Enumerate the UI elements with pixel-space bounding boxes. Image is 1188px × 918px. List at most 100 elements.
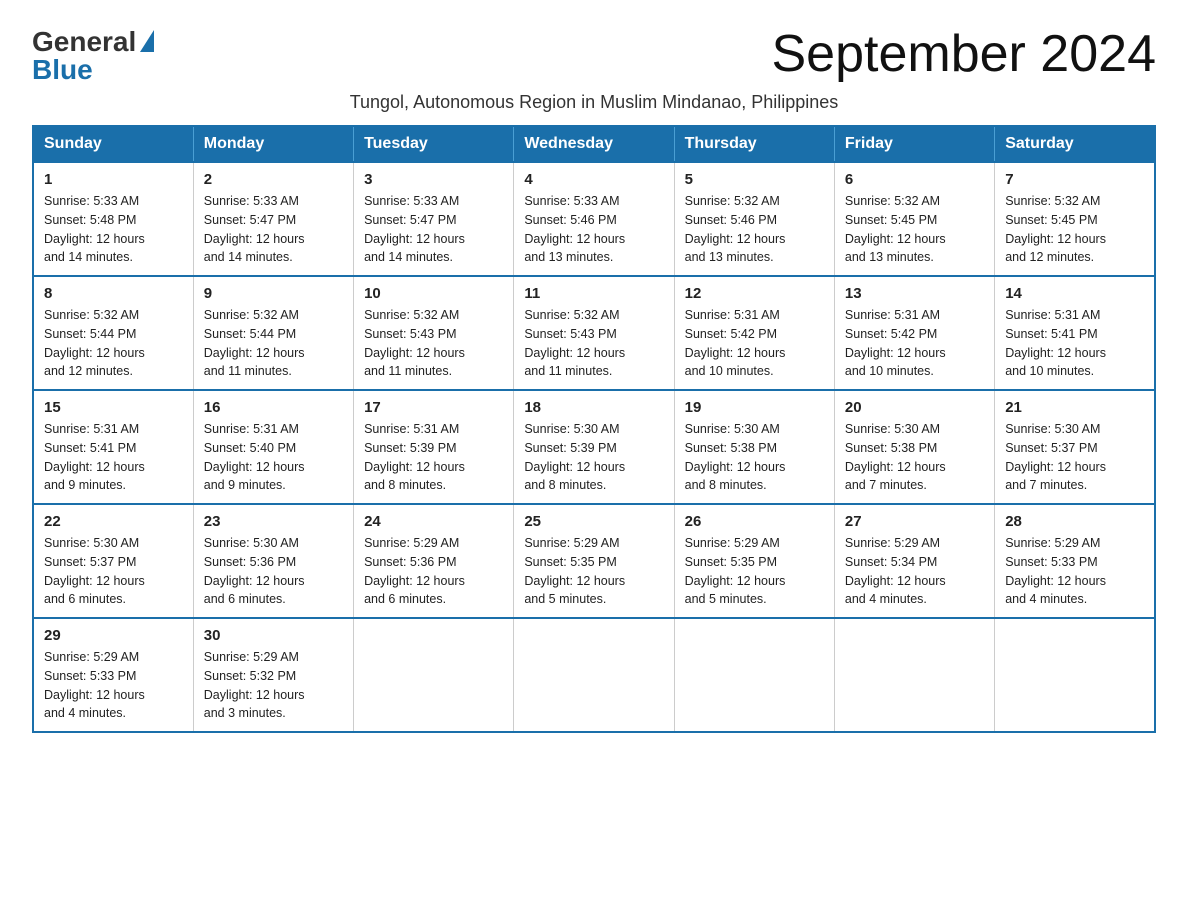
day-info: Sunrise: 5:30 AMSunset: 5:37 PMDaylight:… [1005,420,1144,495]
day-info: Sunrise: 5:33 AMSunset: 5:47 PMDaylight:… [364,192,503,267]
day-number: 1 [44,171,183,188]
calendar-cell: 9 Sunrise: 5:32 AMSunset: 5:44 PMDaylight… [193,276,353,390]
logo-general-text: General [32,28,136,56]
day-info: Sunrise: 5:32 AMSunset: 5:43 PMDaylight:… [364,306,503,381]
calendar-cell: 12 Sunrise: 5:31 AMSunset: 5:42 PMDayligh… [674,276,834,390]
page-title: September 2024 [772,24,1157,84]
day-info: Sunrise: 5:29 AMSunset: 5:33 PMDaylight:… [44,648,183,723]
page-header: General Blue September 2024 [32,24,1156,84]
calendar-cell [674,618,834,732]
day-info: Sunrise: 5:32 AMSunset: 5:43 PMDaylight:… [524,306,663,381]
day-number: 16 [204,399,343,416]
calendar-cell [514,618,674,732]
day-info: Sunrise: 5:30 AMSunset: 5:37 PMDaylight:… [44,534,183,609]
calendar-cell: 18Sunrise: 5:30 AMSunset: 5:39 PMDayligh… [514,390,674,504]
day-info: Sunrise: 5:29 AMSunset: 5:36 PMDaylight:… [364,534,503,609]
day-number: 27 [845,513,984,530]
calendar-subtitle: Tungol, Autonomous Region in Muslim Mind… [32,92,1156,113]
day-info: Sunrise: 5:33 AMSunset: 5:46 PMDaylight:… [524,192,663,267]
day-number: 24 [364,513,503,530]
day-info: Sunrise: 5:32 AMSunset: 5:44 PMDaylight:… [44,306,183,381]
day-number: 6 [845,171,984,188]
day-info: Sunrise: 5:30 AMSunset: 5:36 PMDaylight:… [204,534,343,609]
calendar-cell: 15 Sunrise: 5:31 AMSunset: 5:41 PMDayligh… [33,390,193,504]
day-number: 14 [1005,285,1144,302]
calendar-cell [995,618,1155,732]
day-number: 28 [1005,513,1144,530]
calendar-cell: 16 Sunrise: 5:31 AMSunset: 5:40 PMDayligh… [193,390,353,504]
calendar-table: SundayMondayTuesdayWednesdayThursdayFrid… [32,125,1156,733]
calendar-cell: 14 Sunrise: 5:31 AMSunset: 5:41 PMDayligh… [995,276,1155,390]
day-info: Sunrise: 5:29 AMSunset: 5:32 PMDaylight:… [204,648,343,723]
day-info: Sunrise: 5:32 AMSunset: 5:44 PMDaylight:… [204,306,343,381]
calendar-cell: 28Sunrise: 5:29 AMSunset: 5:33 PMDayligh… [995,504,1155,618]
calendar-week-row: 8Sunrise: 5:32 AMSunset: 5:44 PMDaylight… [33,276,1155,390]
day-info: Sunrise: 5:31 AMSunset: 5:42 PMDaylight:… [685,306,824,381]
day-number: 23 [204,513,343,530]
day-number: 12 [685,285,824,302]
calendar-cell [834,618,994,732]
day-number: 2 [204,171,343,188]
calendar-day-header-wednesday: Wednesday [514,126,674,162]
day-info: Sunrise: 5:31 AMSunset: 5:41 PMDaylight:… [1005,306,1144,381]
calendar-week-row: 29 Sunrise: 5:29 AMSunset: 5:33 PMDayligh… [33,618,1155,732]
calendar-cell: 19 Sunrise: 5:30 AMSunset: 5:38 PMDayligh… [674,390,834,504]
calendar-cell: 30 Sunrise: 5:29 AMSunset: 5:32 PMDayligh… [193,618,353,732]
calendar-cell: 21Sunrise: 5:30 AMSunset: 5:37 PMDayligh… [995,390,1155,504]
logo-blue-text: Blue [32,56,93,84]
day-info: Sunrise: 5:31 AMSunset: 5:42 PMDaylight:… [845,306,984,381]
day-number: 7 [1005,171,1144,188]
day-number: 22 [44,513,183,530]
calendar-cell: 6Sunrise: 5:32 AMSunset: 5:45 PMDaylight… [834,162,994,276]
day-number: 29 [44,627,183,644]
calendar-cell: 17Sunrise: 5:31 AMSunset: 5:39 PMDayligh… [354,390,514,504]
calendar-cell: 20Sunrise: 5:30 AMSunset: 5:38 PMDayligh… [834,390,994,504]
day-number: 13 [845,285,984,302]
calendar-cell: 26Sunrise: 5:29 AMSunset: 5:35 PMDayligh… [674,504,834,618]
day-info: Sunrise: 5:32 AMSunset: 5:45 PMDaylight:… [1005,192,1144,267]
day-info: Sunrise: 5:33 AMSunset: 5:48 PMDaylight:… [44,192,183,267]
calendar-cell: 3 Sunrise: 5:33 AMSunset: 5:47 PMDaylight… [354,162,514,276]
calendar-day-header-friday: Friday [834,126,994,162]
day-info: Sunrise: 5:29 AMSunset: 5:35 PMDaylight:… [685,534,824,609]
day-number: 25 [524,513,663,530]
calendar-cell: 2Sunrise: 5:33 AMSunset: 5:47 PMDaylight… [193,162,353,276]
calendar-header-row: SundayMondayTuesdayWednesdayThursdayFrid… [33,126,1155,162]
calendar-cell: 8Sunrise: 5:32 AMSunset: 5:44 PMDaylight… [33,276,193,390]
day-number: 10 [364,285,503,302]
calendar-cell: 29 Sunrise: 5:29 AMSunset: 5:33 PMDayligh… [33,618,193,732]
calendar-week-row: 15 Sunrise: 5:31 AMSunset: 5:41 PMDayligh… [33,390,1155,504]
day-info: Sunrise: 5:29 AMSunset: 5:34 PMDaylight:… [845,534,984,609]
calendar-cell: 10 Sunrise: 5:32 AMSunset: 5:43 PMDayligh… [354,276,514,390]
calendar-cell: 13 Sunrise: 5:31 AMSunset: 5:42 PMDayligh… [834,276,994,390]
day-number: 5 [685,171,824,188]
calendar-cell: 27 Sunrise: 5:29 AMSunset: 5:34 PMDayligh… [834,504,994,618]
day-number: 18 [524,399,663,416]
day-number: 4 [524,171,663,188]
day-info: Sunrise: 5:30 AMSunset: 5:38 PMDaylight:… [845,420,984,495]
calendar-cell: 1 Sunrise: 5:33 AMSunset: 5:48 PMDaylight… [33,162,193,276]
day-number: 9 [204,285,343,302]
day-info: Sunrise: 5:31 AMSunset: 5:40 PMDaylight:… [204,420,343,495]
day-number: 30 [204,627,343,644]
day-info: Sunrise: 5:29 AMSunset: 5:35 PMDaylight:… [524,534,663,609]
calendar-cell: 4 Sunrise: 5:33 AMSunset: 5:46 PMDaylight… [514,162,674,276]
day-number: 15 [44,399,183,416]
day-info: Sunrise: 5:31 AMSunset: 5:41 PMDaylight:… [44,420,183,495]
day-number: 19 [685,399,824,416]
day-number: 3 [364,171,503,188]
calendar-cell: 24 Sunrise: 5:29 AMSunset: 5:36 PMDayligh… [354,504,514,618]
day-info: Sunrise: 5:31 AMSunset: 5:39 PMDaylight:… [364,420,503,495]
day-info: Sunrise: 5:30 AMSunset: 5:38 PMDaylight:… [685,420,824,495]
logo: General Blue [32,28,154,84]
calendar-day-header-monday: Monday [193,126,353,162]
day-number: 11 [524,285,663,302]
day-info: Sunrise: 5:32 AMSunset: 5:46 PMDaylight:… [685,192,824,267]
calendar-cell: 5 Sunrise: 5:32 AMSunset: 5:46 PMDaylight… [674,162,834,276]
calendar-day-header-tuesday: Tuesday [354,126,514,162]
calendar-cell: 25 Sunrise: 5:29 AMSunset: 5:35 PMDayligh… [514,504,674,618]
logo-general: General [32,28,154,56]
calendar-cell: 11 Sunrise: 5:32 AMSunset: 5:43 PMDayligh… [514,276,674,390]
calendar-day-header-sunday: Sunday [33,126,193,162]
calendar-week-row: 22 Sunrise: 5:30 AMSunset: 5:37 PMDayligh… [33,504,1155,618]
